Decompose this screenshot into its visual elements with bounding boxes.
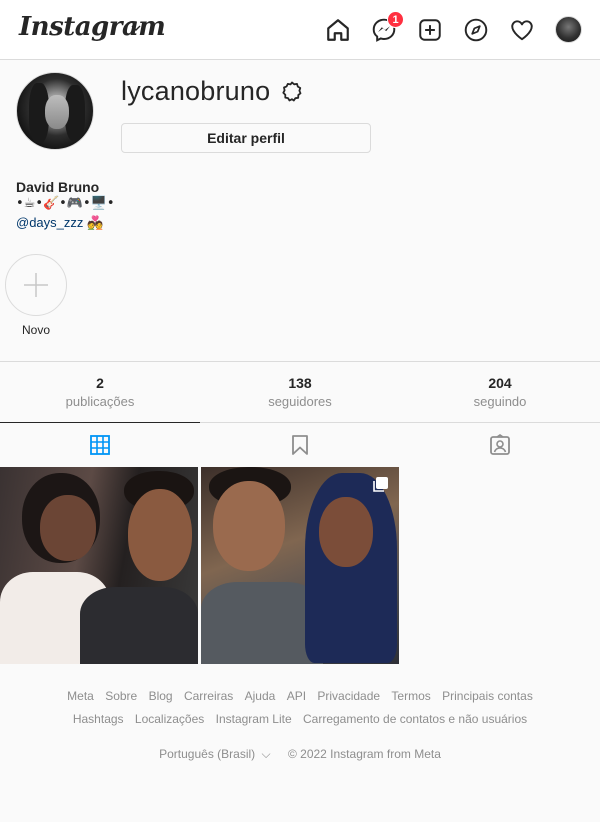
- top-navigation-bar: Instagram 1: [0, 0, 600, 60]
- activity-heart-icon[interactable]: [509, 17, 535, 43]
- stat-following-label: seguindo: [473, 394, 527, 409]
- profile-bio-mention-link[interactable]: @days_zzz 💑: [16, 215, 103, 231]
- footer-link-ajuda[interactable]: Ajuda: [245, 689, 276, 703]
- footer-link-carreiras[interactable]: Carreiras: [184, 689, 233, 703]
- post-thumbnail-2[interactable]: [201, 467, 399, 664]
- stat-posts[interactable]: 2 publicações: [0, 362, 200, 422]
- new-post-icon[interactable]: [417, 17, 443, 43]
- tab-saved[interactable]: [200, 423, 400, 467]
- footer-links-row-2: Hashtags Localizações Instagram Lite Car…: [0, 712, 600, 726]
- grid-icon: [90, 435, 110, 455]
- footer-link-hashtags[interactable]: Hashtags: [73, 712, 124, 726]
- footer-copyright: © 2022 Instagram from Meta: [287, 747, 441, 761]
- footer-link-sobre[interactable]: Sobre: [105, 689, 137, 703]
- footer-link-blog[interactable]: Blog: [149, 689, 173, 703]
- footer-link-contact-uploading[interactable]: Carregamento de contatos e não usuários: [303, 712, 527, 726]
- language-selector[interactable]: Português (Brasil) ⌵: [159, 747, 271, 761]
- home-icon[interactable]: [325, 17, 351, 43]
- instagram-logo[interactable]: Instagram: [19, 12, 166, 42]
- settings-gear-icon[interactable]: [280, 80, 304, 104]
- plus-icon: [24, 273, 48, 297]
- multiple-photos-icon: [373, 477, 388, 492]
- profile-avatar[interactable]: [16, 72, 94, 150]
- chevron-down-icon: ⌵: [261, 747, 271, 761]
- stat-following[interactable]: 204 seguindo: [400, 362, 600, 422]
- profile-avatar-small[interactable]: [555, 16, 582, 43]
- footer-link-instagram-lite[interactable]: Instagram Lite: [216, 712, 292, 726]
- profile-bio-text: •☕•🎸•🎮•🖥️•: [16, 196, 115, 211]
- post-thumbnail-1[interactable]: [0, 467, 198, 664]
- new-highlight-button[interactable]: [5, 254, 67, 316]
- stat-followers-label: seguidores: [268, 394, 332, 409]
- profile-content-tabs: [0, 422, 600, 467]
- stat-posts-count: 2: [96, 375, 104, 391]
- footer-link-privacidade[interactable]: Privacidade: [317, 689, 380, 703]
- tagged-person-icon: [490, 434, 510, 455]
- profile-stats-bar: 2 publicações 138 seguidores 204 seguind…: [0, 361, 600, 423]
- explore-compass-icon[interactable]: [463, 17, 489, 43]
- footer-link-api[interactable]: API: [287, 689, 306, 703]
- stat-posts-label: publicações: [65, 394, 135, 409]
- stat-following-count: 204: [488, 375, 512, 391]
- footer-link-principais-contas[interactable]: Principais contas: [442, 689, 533, 703]
- stat-followers[interactable]: 138 seguidores: [200, 362, 400, 422]
- edit-profile-button[interactable]: Editar perfil: [121, 123, 371, 153]
- language-label: Português (Brasil): [159, 747, 256, 761]
- profile-username: lycanobruno: [121, 76, 271, 106]
- new-highlight-label: Novo: [21, 323, 50, 337]
- footer-links-row-1: Meta Sobre Blog Carreiras Ajuda API Priv…: [0, 689, 600, 703]
- footer-link-meta[interactable]: Meta: [67, 689, 94, 703]
- tab-tagged[interactable]: [400, 423, 600, 467]
- messages-notification-badge: 1: [387, 11, 404, 28]
- footer-meta-row: Português (Brasil) ⌵ © 2022 Instagram fr…: [0, 747, 600, 762]
- bookmark-icon: [292, 435, 308, 455]
- footer-link-termos[interactable]: Termos: [391, 689, 430, 703]
- footer-link-localizacoes[interactable]: Localizações: [135, 712, 204, 726]
- profile-full-name: David Bruno: [16, 179, 100, 195]
- chevron-down-icon[interactable]: [130, 22, 142, 34]
- tab-posts-grid[interactable]: [0, 422, 200, 467]
- stat-followers-count: 138: [288, 375, 312, 391]
